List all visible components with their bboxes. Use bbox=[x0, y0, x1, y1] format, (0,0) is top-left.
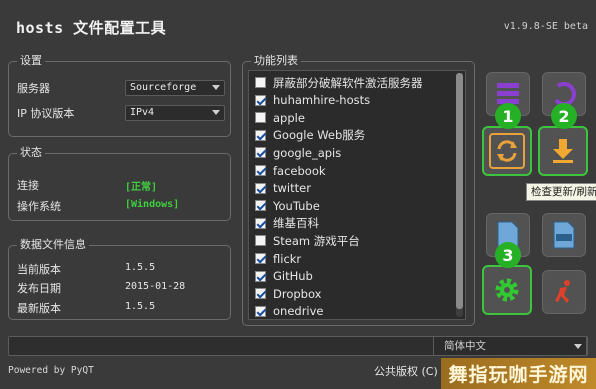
current-version-value: 1.5.5 bbox=[125, 262, 156, 273]
list-item-label: Dropbox bbox=[273, 286, 322, 301]
checkbox[interactable] bbox=[255, 182, 266, 194]
list-item-label: apple bbox=[273, 110, 305, 125]
refresh-tooltip: 检查更新/刷新 bbox=[526, 183, 596, 201]
datafile-group-title: 数据文件信息 bbox=[17, 238, 89, 252]
chevron-down-icon bbox=[574, 344, 582, 349]
status-group-title: 状态 bbox=[17, 146, 45, 160]
checkbox[interactable] bbox=[255, 270, 266, 282]
checkbox[interactable] bbox=[255, 253, 266, 264]
list-item-label: twitter bbox=[273, 181, 311, 196]
powered-by-label: Powered by PyQT bbox=[8, 365, 94, 376]
checkbox[interactable] bbox=[255, 147, 266, 159]
refresh-icon bbox=[497, 140, 517, 162]
download-icon bbox=[553, 139, 573, 163]
list-item[interactable]: YouTube bbox=[255, 197, 320, 214]
checkbox[interactable] bbox=[255, 305, 266, 317]
settings-button[interactable] bbox=[482, 265, 532, 315]
release-date-label: 发布日期 bbox=[17, 282, 61, 295]
version-label: v1.9.8-SE beta bbox=[503, 21, 588, 32]
latest-version-value: 1.5.5 bbox=[125, 301, 156, 312]
list-item[interactable]: google_apis bbox=[255, 144, 341, 161]
list-item[interactable]: Google Web服务 bbox=[255, 127, 365, 144]
badge-1: 1 bbox=[495, 103, 521, 129]
ip-select-value: IPv4 bbox=[130, 107, 155, 118]
list-item-label: YouTube bbox=[273, 198, 320, 213]
list-item-label: huhamhire-hosts bbox=[273, 93, 371, 108]
ip-label: IP 协议版本 bbox=[17, 107, 75, 120]
ip-select[interactable]: IPv4 bbox=[125, 105, 225, 121]
list-item-label: flickr bbox=[273, 251, 302, 266]
list-item[interactable]: facebook bbox=[255, 162, 326, 179]
list-item[interactable]: Steam 游戏平台 bbox=[255, 232, 360, 249]
list-item-label: 屏蔽部分破解软件激活服务器 bbox=[273, 75, 423, 90]
list-item[interactable]: apple bbox=[255, 109, 305, 126]
list-item[interactable]: Dropbox bbox=[255, 285, 321, 302]
copyright-label: 公共版权 (C) bbox=[374, 365, 438, 378]
settings-group-title: 设置 bbox=[17, 54, 45, 68]
checkbox[interactable] bbox=[255, 112, 266, 124]
server-select[interactable]: Sourceforge bbox=[125, 80, 225, 96]
settings-group: 设置 服务器 Sourceforge IP 协议版本 IPv4 bbox=[8, 54, 231, 137]
list-item[interactable]: GitHub bbox=[255, 268, 313, 285]
list-item-label: google_apis bbox=[273, 145, 342, 160]
app-title: hosts 文件配置工具 bbox=[16, 19, 167, 37]
function-list[interactable]: 屏蔽部分破解软件激活服务器 huhamhire-hosts apple Google … bbox=[248, 70, 466, 320]
list-item-label: Steam 游戏平台 bbox=[273, 233, 360, 248]
checkbox[interactable] bbox=[255, 129, 266, 141]
chevron-down-icon bbox=[212, 110, 220, 115]
checkbox[interactable] bbox=[255, 200, 266, 212]
gear-icon bbox=[495, 278, 519, 302]
export-button[interactable] bbox=[542, 213, 586, 257]
checkbox[interactable] bbox=[255, 217, 266, 229]
list-item[interactable]: huhamhire-hosts bbox=[255, 92, 370, 109]
list-item[interactable]: twitter bbox=[255, 180, 311, 197]
scroll-thumb[interactable] bbox=[456, 73, 463, 309]
download-button[interactable] bbox=[538, 126, 588, 176]
status-group: 状态 连接 [正常] 操作系统 [Windows] bbox=[8, 146, 231, 221]
list-item-label: GitHub bbox=[273, 269, 313, 284]
list-scrollbar[interactable] bbox=[456, 73, 463, 317]
os-label: 操作系统 bbox=[17, 200, 61, 213]
list-item[interactable]: onedrive bbox=[255, 303, 324, 319]
run-icon bbox=[555, 280, 570, 303]
badge-3: 3 bbox=[495, 242, 521, 268]
list-item-label: 维基百科 bbox=[273, 216, 319, 231]
checkbox[interactable] bbox=[255, 235, 266, 247]
list-item-label: onedrive bbox=[273, 304, 324, 319]
list-item[interactable]: 维基百科 bbox=[255, 215, 319, 232]
latest-version-label: 最新版本 bbox=[17, 302, 61, 315]
exit-button[interactable] bbox=[542, 270, 586, 314]
functions-group-title: 功能列表 bbox=[251, 54, 301, 68]
site-watermark: 舞指玩咖手游网 bbox=[441, 358, 596, 389]
connection-status: [正常] bbox=[125, 182, 158, 193]
list-item-label: facebook bbox=[273, 163, 326, 178]
badge-2: 2 bbox=[551, 103, 577, 129]
connection-label: 连接 bbox=[17, 179, 39, 192]
checkbox[interactable] bbox=[255, 288, 266, 300]
refresh-button[interactable] bbox=[482, 126, 532, 176]
language-select[interactable]: 简体中文 bbox=[433, 336, 587, 356]
chevron-down-icon bbox=[212, 85, 220, 90]
list-item[interactable]: flickr bbox=[255, 250, 301, 267]
utf8-file-icon bbox=[553, 221, 575, 249]
datafile-group: 数据文件信息 当前版本 1.5.5 发布日期 2015-01-28 最新版本 1… bbox=[8, 238, 231, 320]
checkbox[interactable] bbox=[255, 165, 266, 176]
checkbox[interactable] bbox=[255, 94, 266, 106]
list-item-label: Google Web服务 bbox=[273, 128, 366, 143]
release-date-value: 2015-01-28 bbox=[125, 281, 186, 292]
language-value: 简体中文 bbox=[444, 340, 486, 352]
server-label: 服务器 bbox=[17, 82, 50, 95]
server-select-value: Sourceforge bbox=[130, 82, 197, 93]
os-status: [Windows] bbox=[125, 199, 180, 210]
current-version-label: 当前版本 bbox=[17, 263, 61, 276]
list-item[interactable]: 屏蔽部分破解软件激活服务器 bbox=[255, 74, 423, 91]
checkbox[interactable] bbox=[255, 77, 266, 88]
